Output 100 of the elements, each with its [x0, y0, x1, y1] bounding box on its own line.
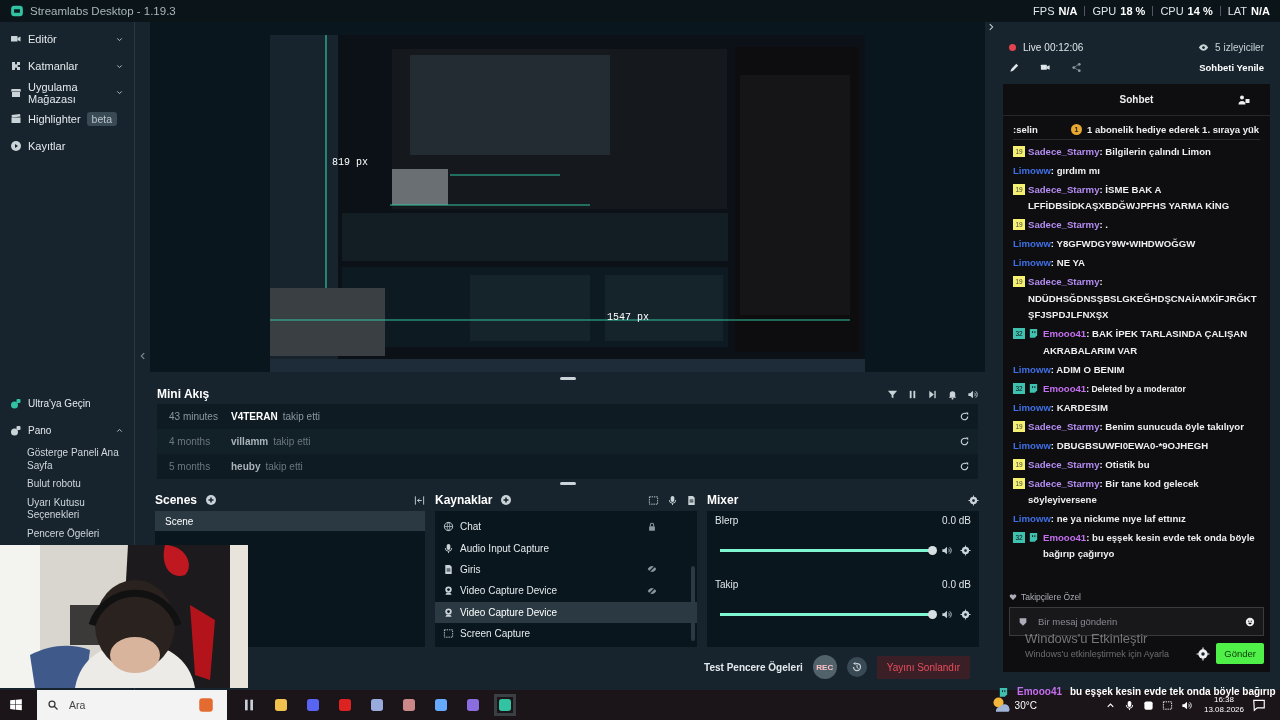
settings-icon[interactable] — [1196, 646, 1211, 661]
source-item[interactable]: Screen Capture — [435, 622, 697, 645]
window-title: Streamlabs Desktop - 1.19.3 — [30, 5, 176, 17]
panel-title: Scenes — [155, 493, 198, 507]
nav-label: Highlighter — [28, 113, 81, 126]
event-time: 5 months — [169, 461, 212, 472]
speaker-icon[interactable] — [941, 609, 952, 620]
nav-item[interactable]: Editör — [0, 26, 134, 53]
beta-badge: beta — [86, 112, 118, 127]
panel-title: Kaynaklar — [435, 493, 493, 507]
bell-muted-icon[interactable] — [947, 388, 958, 400]
stat-label: GPU — [1092, 5, 1117, 17]
followers-only-label: Takipçilere Özel — [1021, 592, 1081, 602]
nav-item[interactable]: Uygulama Mağazası — [0, 79, 134, 107]
source-item[interactable]: Video Capture Device — [435, 601, 697, 623]
chat-message: Sadece_Starmy: . — [1028, 218, 1109, 233]
tray-icon[interactable] — [1161, 699, 1173, 711]
nav-item[interactable]: Pano — [0, 417, 134, 444]
tray-icon[interactable] — [1180, 699, 1192, 711]
nav-label: Uygulama Mağazası — [28, 80, 79, 105]
file-icon[interactable] — [686, 494, 697, 506]
nav-subitem[interactable]: Bulut robotu — [0, 475, 134, 494]
end-stream-button[interactable]: Yayını Sonlandır — [876, 655, 970, 679]
expand-right-icon[interactable] — [986, 22, 996, 32]
taskbar-app-icon[interactable] — [273, 697, 289, 713]
pencil-icon[interactable] — [1009, 61, 1020, 73]
collapse-icon[interactable] — [414, 494, 425, 506]
skip-icon[interactable] — [927, 388, 938, 400]
send-button[interactable]: Gönder — [1216, 643, 1264, 664]
glitch-badge-icon — [1028, 328, 1039, 340]
source-label: Chat — [460, 521, 482, 533]
taskbar-app-icon[interactable] — [401, 697, 417, 713]
hidden-eye-icon[interactable] — [647, 564, 657, 575]
emoji-icon[interactable] — [1245, 616, 1255, 627]
event-action: takip etti — [273, 436, 311, 447]
add-icon[interactable] — [205, 494, 218, 506]
chat-message: Emooo41: bu eşşek kesin evde tek onda böyle bağırıp çağırıyo — [1043, 531, 1256, 562]
globe-icon — [443, 521, 454, 533]
taskbar-app-icon[interactable] — [433, 697, 449, 713]
stat-value: 18 % — [1120, 5, 1146, 17]
nav-label: Pano — [28, 425, 52, 436]
nav-subitem[interactable]: Uyarı Kutusu Seçenekleri — [0, 493, 134, 525]
add-icon[interactable] — [500, 494, 513, 506]
nav-subitem[interactable]: Gösterge Paneli Ana Sayfa — [0, 444, 134, 475]
nav-subitem[interactable]: Pencere Ögeleri — [0, 524, 134, 543]
share-icon[interactable] — [1071, 61, 1082, 73]
panel-title: Mini Akış — [157, 387, 210, 401]
replay-button[interactable] — [846, 657, 867, 677]
pinned-user: :selin — [1013, 124, 1039, 135]
event-action: takip etti — [265, 461, 303, 472]
settings-icon[interactable] — [968, 494, 979, 506]
event-time: 4 months — [169, 436, 212, 447]
refresh-chat-link[interactable]: Sohbeti Yenile — [1199, 61, 1264, 73]
tray-icon[interactable] — [1123, 699, 1135, 711]
chat-message: Limoww: ADIM O BENIM — [1013, 362, 1126, 377]
channel-name: Blerp — [715, 515, 739, 528]
nav-item[interactable]: Katmanlar — [0, 52, 134, 80]
source-item[interactable]: Video Capture Device — [435, 580, 697, 602]
glitch-badge-icon — [1028, 532, 1039, 544]
replay-icon[interactable] — [959, 461, 970, 472]
notifications-icon[interactable] — [1252, 698, 1266, 712]
message-input[interactable]: Bir mesaj gönderin — [1036, 610, 1237, 633]
replay-icon[interactable] — [959, 436, 970, 447]
stat-value: N/A — [1058, 5, 1078, 17]
overlay-username: Emooo41 — [1017, 686, 1062, 697]
speaker-icon[interactable] — [967, 388, 978, 400]
tray-icon[interactable] — [1142, 699, 1154, 711]
nav-label: Ultra'ya Geçin — [28, 398, 91, 409]
shield-icon — [1018, 616, 1028, 627]
users-icon[interactable] — [1238, 94, 1250, 106]
hidden-eye-icon[interactable] — [647, 585, 657, 596]
windows-start-icon[interactable] — [9, 698, 23, 712]
filter-icon[interactable] — [887, 388, 898, 400]
search-field[interactable]: Ara — [37, 690, 227, 720]
nav-item[interactable]: Ultra'ya Geçin — [0, 390, 134, 417]
weather-temp: 30°C — [1014, 699, 1037, 711]
lock-icon[interactable] — [647, 521, 657, 532]
replay-icon[interactable] — [959, 411, 970, 422]
screen-icon — [443, 628, 454, 640]
speaker-icon[interactable] — [941, 545, 952, 556]
stat-value: 14 % — [1187, 5, 1213, 17]
search-icon — [47, 699, 59, 711]
source-item[interactable]: Chat — [435, 516, 697, 538]
event-user: villamm — [231, 436, 269, 447]
pause-icon[interactable] — [907, 388, 918, 400]
scene-item[interactable]: Scene — [155, 511, 425, 531]
app-logo-icon — [10, 4, 24, 18]
taskbar-app-icon[interactable] — [369, 697, 385, 713]
settings-icon[interactable] — [960, 609, 971, 620]
nav-item[interactable]: Kayıtlar — [0, 132, 134, 160]
mic-icon[interactable] — [667, 494, 678, 506]
taskbar-app-icon[interactable] — [497, 697, 513, 713]
nav-item[interactable]: Highlighter beta — [0, 106, 134, 133]
source-label: Video Capture Device — [460, 606, 558, 618]
event-user: heuby — [231, 461, 261, 472]
settings-icon[interactable] — [960, 545, 971, 556]
source-item[interactable]: Giris — [435, 558, 697, 581]
source-item[interactable]: Audio Input Capture — [435, 537, 697, 559]
activation-text: Windows'u etkinleştirmek için Ayarla — [1025, 649, 1170, 659]
record-button[interactable]: REC — [812, 655, 837, 679]
